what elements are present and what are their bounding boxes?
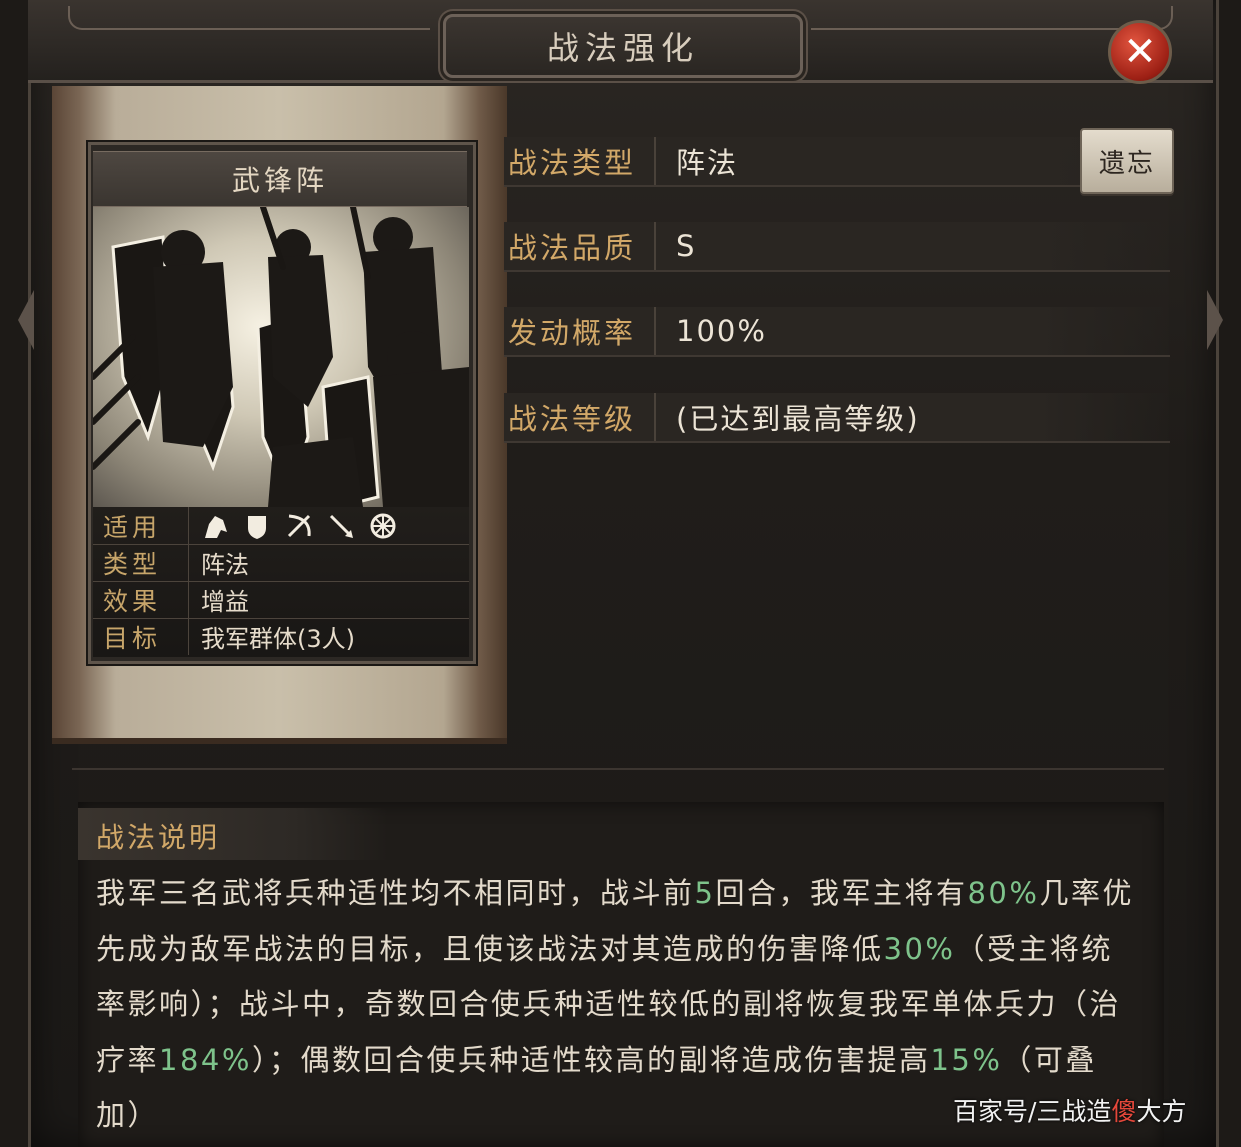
title-plate: 战法强化 [443,14,803,78]
card-properties: 适用 类型 阵法 效果 增益 目标 我军群体(3人) [93,507,469,657]
info-key: 战法类型 [504,137,656,185]
prop-value: 阵法 [201,551,249,579]
info-key: 发动概率 [504,307,656,355]
prop-key: 类型 [93,544,189,581]
description-title: 战法说明 [96,821,221,854]
info-value: 阵法 [676,146,739,180]
prop-row-type: 类型 阵法 [93,544,469,582]
description-segment: 回合，我军主将有 [715,876,968,910]
soldiers-silhouette-art [93,207,469,507]
watermark: 百家号/三战造傻大方 [953,1092,1186,1128]
description-segment: 我军三名武将兵种适性均不相同时，战斗前 [96,876,695,910]
close-icon: ✕ [1123,29,1157,75]
description-highlight-value: 5 [694,876,716,910]
siege-icon [369,512,397,540]
description-highlight-value: 184% [159,1042,252,1077]
info-row-level: 战法等级 (已达到最高等级) [504,393,1170,443]
info-value: (已达到最高等级) [676,402,920,436]
prop-key: 适用 [93,507,189,544]
watermark-prefix: 百家号/三战造 [953,1097,1112,1126]
watermark-suffix: 大方 [1136,1097,1187,1126]
next-arrow-icon[interactable] [1207,290,1223,350]
card-name-plate: 武锋阵 [93,151,467,207]
prop-value: 增益 [201,588,249,616]
bow-icon [285,512,313,540]
card-name: 武锋阵 [231,164,328,197]
spear-icon [327,512,355,540]
prop-key: 目标 [93,618,189,655]
page-title: 战法强化 [546,29,699,67]
watermark-red: 傻 [1111,1097,1137,1126]
prop-value: 我军群体(3人) [201,625,355,653]
section-divider [72,768,1164,770]
tactic-card: 武锋阵 适用 类型 阵法 效果 增益 目标 我军群体(3人) [88,142,476,664]
prop-row-effect: 效果 增益 [93,581,469,619]
info-row-tactic-type: 战法类型 阵法 [504,137,1170,187]
prop-row-suitability: 适用 [93,507,469,545]
info-row-quality: 战法品质 S [504,222,1170,272]
forget-button[interactable]: 遗忘 [1080,128,1174,194]
description-highlight-value: 15% [930,1042,1003,1077]
info-key: 战法品质 [504,222,656,270]
description-highlight-value: 80% [967,876,1040,910]
shield-icon [243,512,271,540]
description-highlight-value: 30% [883,931,956,966]
description-segment: ）；偶数回合使兵种适性较高的副将造成伤害提高 [251,1042,931,1077]
info-value: S [676,229,697,263]
info-row-trigger-rate: 发动概率 100% [504,307,1170,357]
previous-arrow-icon[interactable] [18,290,34,350]
info-key: 战法等级 [504,393,656,441]
card-artwork [93,207,469,507]
close-button[interactable]: ✕ [1108,20,1172,84]
title-ornament-left [68,6,430,30]
prop-row-target: 目标 我军群体(3人) [93,618,469,655]
prop-key: 效果 [93,581,189,618]
info-value: 100% [676,314,767,348]
cavalry-icon [201,512,229,540]
troop-icons [189,512,397,540]
